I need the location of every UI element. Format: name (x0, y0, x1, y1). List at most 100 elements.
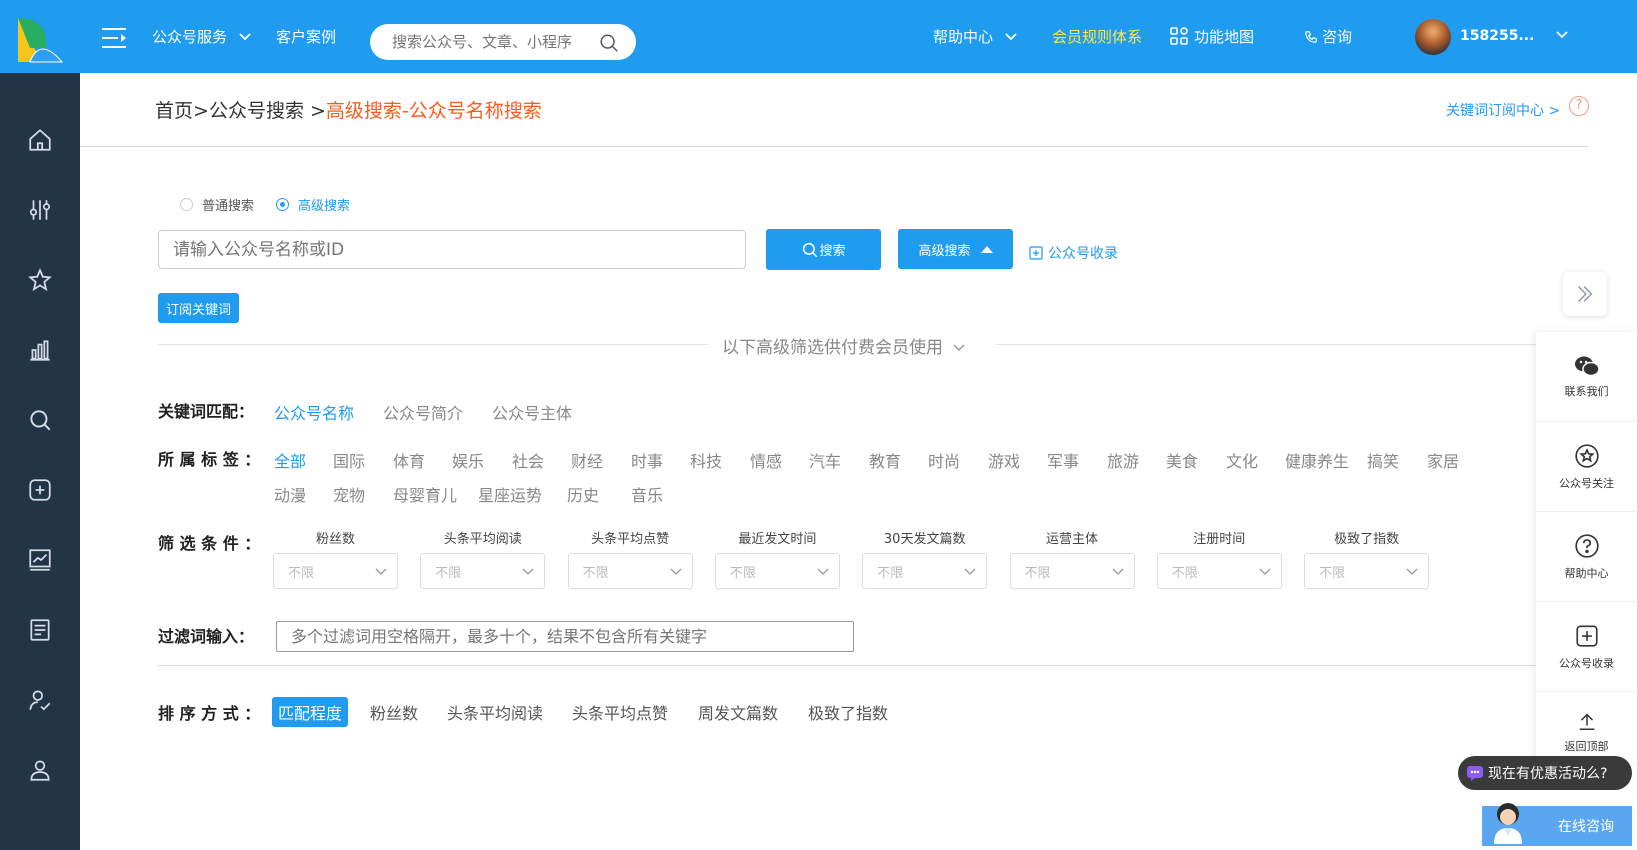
sidebar-item-profile[interactable] (0, 740, 80, 800)
tag-option[interactable]: 动漫 (274, 482, 306, 506)
tag-option[interactable]: 宠物 (333, 482, 365, 506)
user-menu[interactable]: 158255... (1460, 28, 1569, 44)
paid-members-notice[interactable]: 以下高级筛选供付费会员使用 (722, 333, 966, 358)
filter-select-value: 不限 (435, 565, 462, 581)
sort-option[interactable]: 匹配程度 (272, 697, 349, 727)
tag-option[interactable]: 美食 (1166, 448, 1198, 472)
breadcrumb-wx-search[interactable]: 公众号搜索 (209, 100, 304, 122)
sidebar-item-audience[interactable] (0, 670, 80, 730)
follow-account-button[interactable]: 公众号关注 (1536, 422, 1637, 512)
tag-option[interactable]: 游戏 (988, 448, 1020, 472)
keyword-match-option[interactable]: 公众号简介 (383, 400, 463, 424)
account-collect-link[interactable]: 公众号收录 (1029, 243, 1118, 263)
filter-select[interactable]: 不限 (567, 553, 693, 589)
tag-option[interactable]: 汽车 (809, 448, 841, 472)
subscribe-keyword-button[interactable]: 订阅关键词 (158, 293, 239, 323)
keyword-match-option[interactable]: 公众号主体 (492, 400, 572, 424)
tag-option[interactable]: 社会 (512, 448, 544, 472)
app-logo[interactable] (0, 0, 80, 73)
filter-select-value: 不限 (1171, 565, 1198, 581)
tag-option[interactable]: 搞笑 (1367, 448, 1399, 472)
sidebar-item-filter[interactable] (0, 180, 80, 240)
menu-toggle-icon[interactable] (100, 26, 128, 50)
sort-option[interactable]: 周发文篇数 (698, 700, 778, 724)
feature-map-link[interactable]: 功能地图 (1170, 26, 1254, 47)
tag-option[interactable]: 健康养生 (1285, 448, 1349, 472)
question-icon[interactable]: ? (1569, 96, 1589, 116)
consult-link[interactable]: 咨询 (1304, 26, 1352, 47)
tag-option[interactable]: 时事 (631, 448, 663, 472)
sidebar-item-home[interactable] (0, 110, 80, 170)
radio-advanced-search[interactable]: 高级搜索 (276, 195, 350, 214)
filter-select[interactable]: 不限 (1304, 553, 1430, 589)
keyword-match-option[interactable]: 公众号名称 (274, 400, 354, 424)
follow-account-label: 公众号关注 (1559, 476, 1614, 490)
tag-option[interactable]: 军事 (1047, 448, 1079, 472)
filter-select[interactable]: 不限 (420, 553, 546, 589)
tag-option[interactable]: 星座运势 (478, 482, 542, 506)
account-collect-button[interactable]: 公众号收录 (1536, 602, 1637, 692)
tag-option[interactable]: 母婴育儿 (393, 482, 457, 506)
tag-option[interactable]: 旅游 (1107, 448, 1139, 472)
member-rules-link[interactable]: 会员规则体系 (1052, 26, 1142, 47)
keyword-subscription-center-link[interactable]: 关键词订阅中心 > (1446, 100, 1560, 120)
avatar[interactable] (1415, 19, 1451, 55)
tag-option[interactable]: 体育 (393, 448, 425, 472)
sidebar-item-document[interactable] (0, 600, 80, 660)
filter-title: 头条平均阅读 (443, 532, 522, 547)
filter-words-input[interactable] (276, 621, 854, 652)
filter-select[interactable]: 不限 (714, 553, 840, 589)
sort-option[interactable]: 粉丝数 (370, 700, 418, 724)
tag-option[interactable]: 情感 (750, 448, 782, 472)
filter-select[interactable]: 不限 (862, 553, 988, 589)
tag-option[interactable]: 家居 (1427, 448, 1459, 472)
tag-option[interactable]: 科技 (690, 448, 722, 472)
sort-option[interactable]: 极致了指数 (808, 700, 888, 724)
sidebar-item-add[interactable] (0, 460, 80, 520)
collapse-panel-button[interactable] (1563, 272, 1607, 316)
help-center-menu[interactable]: 帮助中心 (933, 26, 1018, 47)
tag-option[interactable]: 教育 (869, 448, 901, 472)
sidebar-item-favorites[interactable] (0, 250, 80, 310)
double-chevron-right-icon (1578, 286, 1593, 302)
service-menu[interactable]: 公众号服务 (152, 26, 252, 47)
search-button[interactable]: 搜索 (766, 229, 881, 270)
account-search-input[interactable] (158, 230, 746, 269)
chevron-down-icon (670, 568, 682, 575)
tag-option[interactable]: 文化 (1226, 448, 1258, 472)
search-icon[interactable] (598, 32, 620, 54)
help-center-button[interactable]: 帮助中心 (1536, 512, 1637, 602)
filter-select[interactable]: 不限 (1156, 553, 1282, 589)
filter-title: 粉丝数 (315, 532, 355, 547)
tag-option[interactable]: 国际 (333, 448, 365, 472)
breadcrumb-home[interactable]: 首页 (155, 100, 193, 122)
filter-select-value: 不限 (582, 565, 609, 581)
filter-select[interactable]: 不限 (273, 553, 398, 589)
global-search-input[interactable] (370, 24, 590, 60)
filter-select[interactable]: 不限 (1009, 553, 1135, 589)
filter-select-value: 不限 (288, 565, 315, 581)
tag-option[interactable]: 财经 (571, 448, 603, 472)
agent-avatar-icon (1494, 803, 1522, 844)
sidebar-item-stats[interactable] (0, 320, 80, 380)
tag-option[interactable]: 全部 (274, 448, 306, 472)
tag-option[interactable]: 历史 (567, 482, 599, 506)
radio-normal-search[interactable]: 普通搜索 (180, 195, 254, 214)
sort-option[interactable]: 头条平均点赞 (572, 700, 668, 724)
radio-advanced-label: 高级搜索 (298, 199, 351, 214)
sidebar-item-trend[interactable] (0, 530, 80, 590)
online-consult-label: 在线咨询 (1558, 819, 1614, 835)
contact-us-button[interactable]: 联系我们 (1536, 332, 1637, 422)
sidebar-item-search[interactable] (0, 390, 80, 450)
tag-option[interactable]: 音乐 (631, 482, 663, 506)
customer-cases-link[interactable]: 客户案例 (276, 26, 336, 47)
filter-words-label: 过滤词输入： (158, 627, 255, 646)
account-collect-label: 公众号收录 (1559, 656, 1614, 670)
tag-option[interactable]: 时尚 (928, 448, 960, 472)
sort-option[interactable]: 头条平均阅读 (447, 700, 543, 724)
advanced-search-label: 高级搜索 (918, 243, 971, 259)
promo-chat-bubble[interactable]: 现在有优惠活动么? (1458, 756, 1632, 790)
advanced-search-button[interactable]: 高级搜索 (898, 229, 1013, 269)
tag-option[interactable]: 娱乐 (452, 448, 484, 472)
filter-select-value: 不限 (729, 565, 756, 581)
